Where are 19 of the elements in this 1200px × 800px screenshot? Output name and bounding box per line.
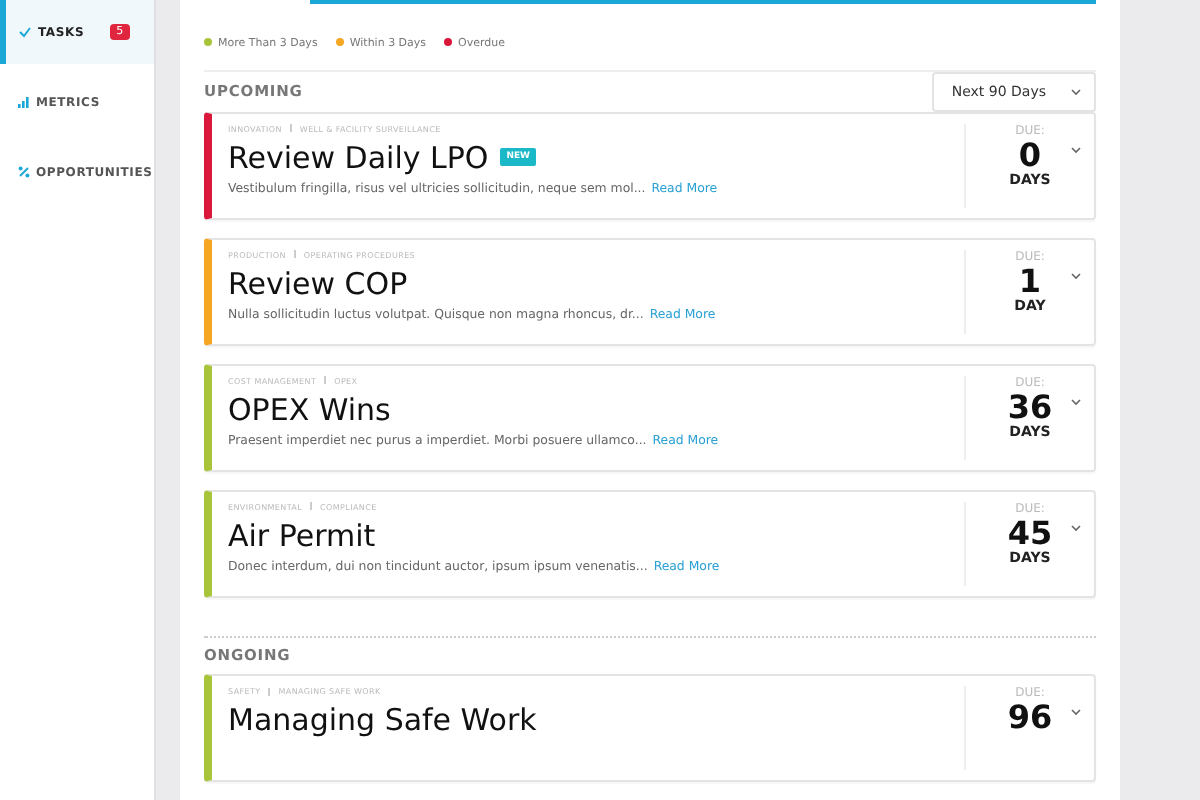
- task-title: Review COP: [228, 265, 408, 302]
- bar-chart-icon: [18, 96, 30, 108]
- due-value: 36: [1007, 389, 1053, 424]
- due-value: 45: [1007, 515, 1053, 550]
- due-value: 96: [1007, 700, 1053, 734]
- chevron-down-icon: [1070, 708, 1082, 716]
- task-title: OPEX Wins: [228, 391, 391, 428]
- task-title: Managing Safe Work: [228, 702, 537, 738]
- task-title: Air Permit: [228, 517, 376, 554]
- chevron-down-icon: [1070, 145, 1082, 154]
- task-title: Review Daily LPO: [228, 139, 489, 176]
- chevron-down-icon: [1070, 397, 1082, 406]
- due-value: 0: [1018, 137, 1042, 172]
- checkmark-icon: [18, 26, 32, 38]
- chevron-down-icon: [1070, 87, 1082, 96]
- due-value: 1: [1018, 263, 1042, 298]
- chevron-down-icon: [1070, 271, 1082, 280]
- percent-icon: [18, 166, 30, 178]
- chevron-down-icon: [1070, 523, 1082, 532]
